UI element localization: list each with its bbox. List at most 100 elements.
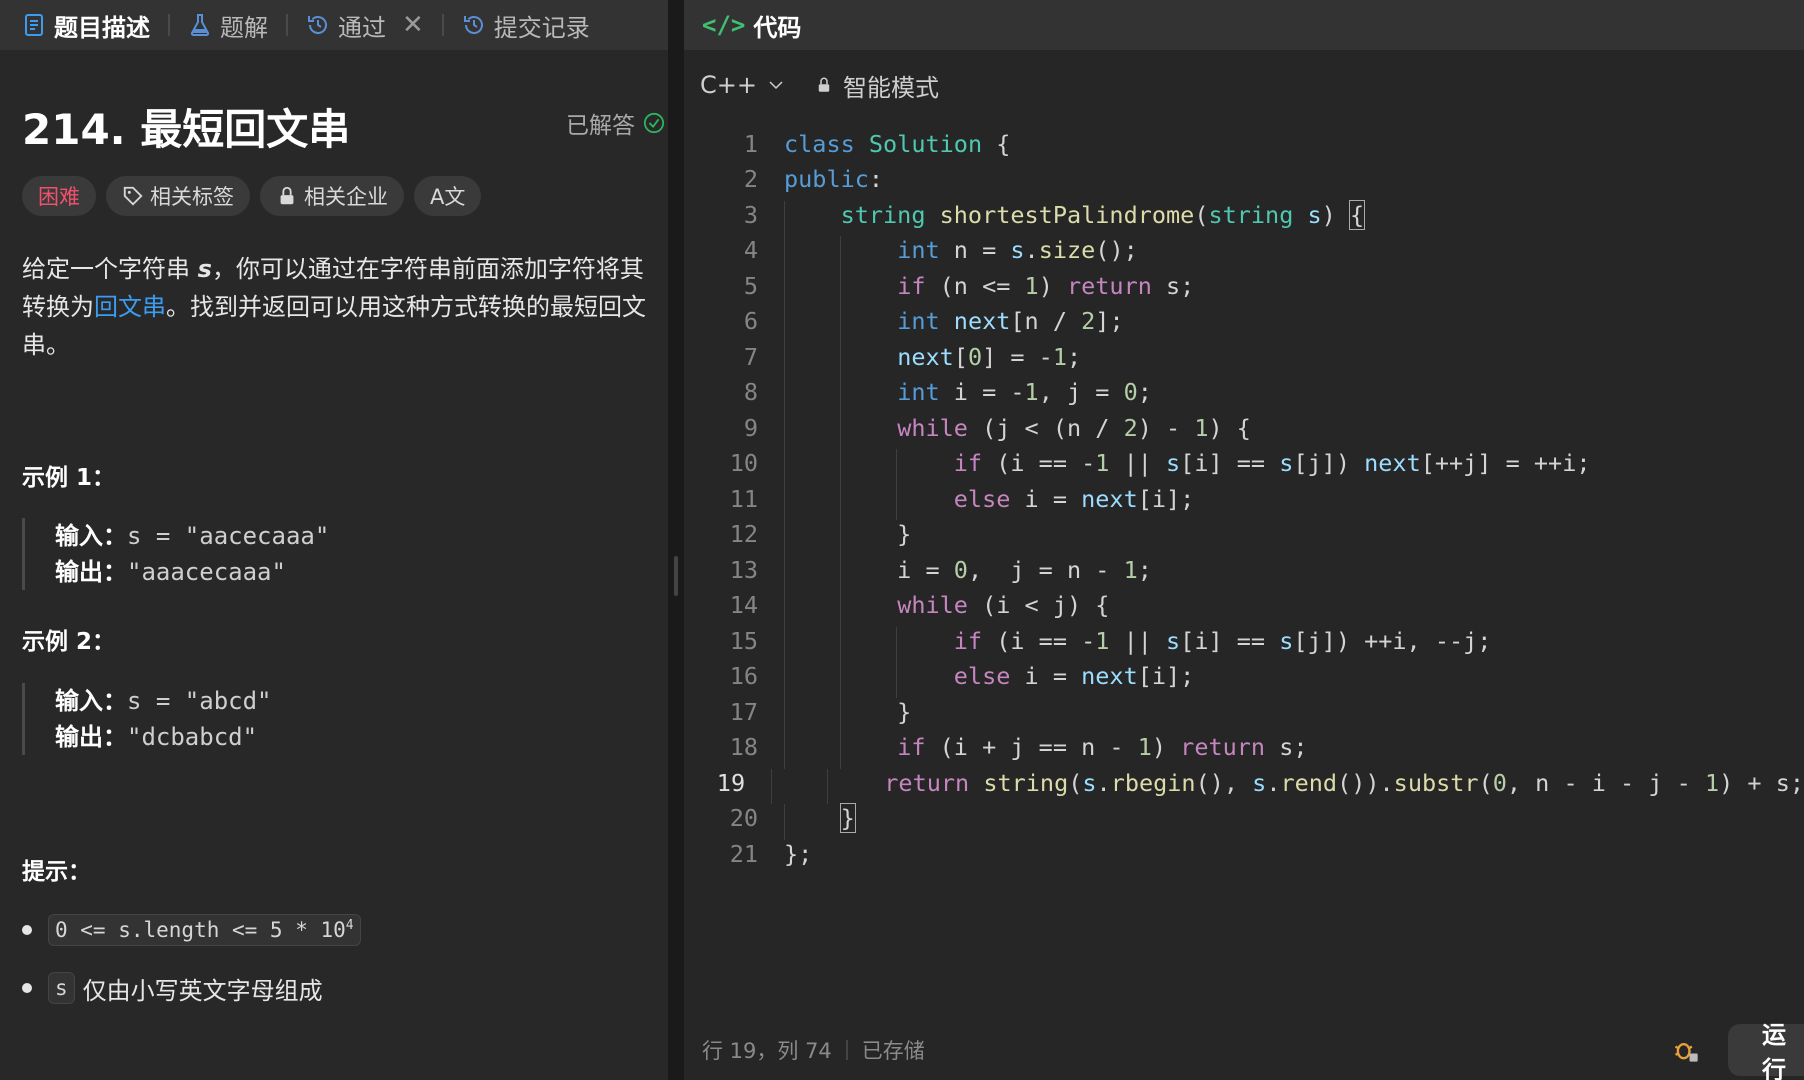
example-2-block: 输入：s = "abcd" 输出："dcbabcd" bbox=[22, 683, 622, 755]
code-line: 11 else i = next[i]; bbox=[684, 481, 1804, 521]
close-icon[interactable]: ✕ bbox=[402, 12, 424, 38]
code-line: 15 if (i == -1 || s[i] == s[j]) ++i, --j… bbox=[684, 623, 1804, 663]
line-number: 19 bbox=[716, 768, 746, 797]
code-line: 10 if (i == -1 || s[i] == s[j]) next[++j… bbox=[684, 446, 1804, 485]
lock-icon bbox=[280, 186, 294, 205]
difficulty-badge[interactable]: 困难 bbox=[22, 176, 96, 216]
code-text: i = 0, j = n - 1; bbox=[784, 555, 1152, 592]
code-text: }; bbox=[784, 839, 813, 868]
code-text: next[0] = -1; bbox=[784, 342, 1081, 379]
code-text: int next[n / 2]; bbox=[784, 307, 1124, 343]
tab-solutions[interactable]: 题解 bbox=[182, 0, 274, 50]
tab-divider bbox=[441, 14, 444, 36]
code-line: 17 } bbox=[684, 694, 1804, 734]
output-label: 输出： bbox=[55, 723, 127, 751]
flask-icon bbox=[190, 14, 210, 36]
app: 题目描述 题解 通过 ✕ 提交记录 214. 最短回文串 已解答 困难 相关标签… bbox=[0, 0, 1804, 1080]
tag-icon bbox=[123, 186, 143, 206]
code-line: 9 while (j < (n / 2) - 1) { bbox=[684, 410, 1804, 450]
line-number: 18 bbox=[729, 733, 758, 762]
code-line: 18 if (i + j == n - 1) return s; bbox=[684, 730, 1804, 769]
example-1-block: 输入：s = "aacecaaa" 输出："aaacecaaa" bbox=[22, 518, 622, 590]
splitter-handle[interactable] bbox=[674, 556, 678, 596]
code-line: 3 string shortestPalindrome(string s) { bbox=[684, 197, 1804, 237]
line-number: 9 bbox=[743, 413, 758, 442]
problem-description: 给定一个字符串 s，你可以通过在字符串前面添加字符将其转换为回文串。找到并返回可… bbox=[22, 250, 662, 364]
translate-icon: A文 bbox=[430, 185, 466, 209]
code-line: 13 i = 0, j = n - 1; bbox=[684, 552, 1804, 592]
code-editor[interactable]: 1 class Solution { 2 public: 3 string shor… bbox=[684, 126, 1804, 872]
example-2-output: 输出："dcbabcd" bbox=[55, 719, 622, 755]
code-line: 4 int n = s.size(); bbox=[684, 233, 1804, 272]
status-divider bbox=[845, 1040, 848, 1060]
run-button[interactable]: 运行 bbox=[1728, 1021, 1804, 1080]
code-line: 20 } bbox=[684, 801, 1804, 840]
code-panel-header: </> 代码 bbox=[684, 0, 1804, 50]
code-text: } bbox=[784, 697, 911, 734]
tab-divider bbox=[168, 14, 170, 36]
cursor-position: 行 19，列 74 bbox=[702, 1039, 832, 1063]
hints-title: 提示： bbox=[22, 859, 91, 885]
code-text: while (i < j) { bbox=[784, 591, 1109, 627]
code-line: 5 if (n <= 1) return s; bbox=[684, 268, 1804, 308]
output-label: 输出： bbox=[55, 558, 127, 586]
example-2-input: 输入：s = "abcd" bbox=[55, 683, 622, 719]
line-number: 1 bbox=[743, 129, 758, 158]
tab-divider bbox=[286, 14, 288, 36]
tab-description[interactable]: 题目描述 bbox=[16, 0, 156, 50]
code-line: 8 int i = -1, j = 0; bbox=[684, 375, 1804, 414]
code-icon: </> bbox=[702, 11, 746, 39]
language-label: C++ bbox=[700, 71, 757, 99]
example-1-input: 输入：s = "aacecaaa" bbox=[55, 518, 622, 554]
tab-description-label: 题目描述 bbox=[54, 13, 150, 42]
hint-code-text: 0 <= s.length <= 5 * 10 bbox=[55, 918, 346, 942]
line-number: 20 bbox=[729, 804, 758, 833]
line-number: 13 bbox=[729, 555, 758, 584]
code-line: 14 while (i < j) { bbox=[684, 588, 1804, 627]
related-tags-button[interactable]: 相关标签 bbox=[106, 176, 250, 216]
chevron-down-icon bbox=[769, 81, 783, 90]
output-value: "aaacecaaa" bbox=[127, 558, 286, 586]
panel-splitter[interactable] bbox=[668, 0, 684, 1080]
smart-mode-toggle[interactable]: 智能模式 bbox=[815, 68, 939, 103]
description-part-1: 给定一个字符串 bbox=[22, 255, 198, 283]
tab-submissions[interactable]: 提交记录 bbox=[456, 0, 596, 50]
code-text: if (n <= 1) return s; bbox=[784, 271, 1194, 308]
problem-panel: 题目描述 题解 通过 ✕ 提交记录 214. 最短回文串 已解答 困难 相关标签… bbox=[0, 0, 668, 1080]
code-text: } bbox=[784, 803, 856, 840]
output-value: "dcbabcd" bbox=[127, 723, 258, 751]
code-line: 2 public: bbox=[684, 162, 1804, 198]
code-line: 19 return string(s.rbegin(), s.rend()).s… bbox=[684, 765, 1804, 805]
line-number: 17 bbox=[729, 697, 758, 726]
line-number: 14 bbox=[729, 591, 758, 620]
tab-accepted[interactable]: 通过 ✕ bbox=[300, 0, 430, 50]
related-companies-button[interactable]: 相关企业 bbox=[260, 176, 404, 216]
line-number: 16 bbox=[729, 662, 758, 691]
example-1-output: 输出："aaacecaaa" bbox=[55, 554, 622, 590]
code-line: 12 } bbox=[684, 517, 1804, 556]
bullet bbox=[22, 983, 32, 993]
lock-icon bbox=[818, 77, 830, 92]
code-line: 16 else i = next[i]; bbox=[684, 659, 1804, 698]
code-text: } bbox=[784, 520, 911, 556]
code-text: if (i == -1 || s[i] == s[j]) next[++j] =… bbox=[784, 449, 1591, 485]
language-select[interactable]: C++ bbox=[700, 71, 785, 99]
code-text: return string(s.rbegin(), s.rend()).subs… bbox=[771, 768, 1804, 805]
code-text: int i = -1, j = 0; bbox=[784, 378, 1152, 414]
save-status: 已存储 bbox=[861, 1039, 925, 1063]
tab-submissions-label: 提交记录 bbox=[493, 13, 590, 42]
document-icon bbox=[25, 14, 43, 36]
tab-solutions-label: 题解 bbox=[220, 13, 268, 42]
solved-status: 已解答 bbox=[566, 106, 665, 140]
hint-code: s bbox=[48, 972, 75, 1004]
line-number: 11 bbox=[729, 484, 758, 513]
palindrome-link[interactable]: 回文串 bbox=[94, 293, 166, 321]
translate-button[interactable]: A文 bbox=[414, 176, 482, 216]
problem-tabs: 题目描述 题解 通过 ✕ 提交记录 bbox=[0, 0, 668, 50]
input-label: 输入： bbox=[55, 522, 127, 550]
bullet bbox=[22, 925, 32, 935]
debug-bug-icon[interactable] bbox=[1672, 1036, 1700, 1064]
code-panel: </> 代码 C++ 智能模式 1 class Solution { 2 publi… bbox=[684, 0, 1804, 1080]
description-variable: s bbox=[197, 255, 212, 283]
line-number: 8 bbox=[743, 378, 758, 407]
